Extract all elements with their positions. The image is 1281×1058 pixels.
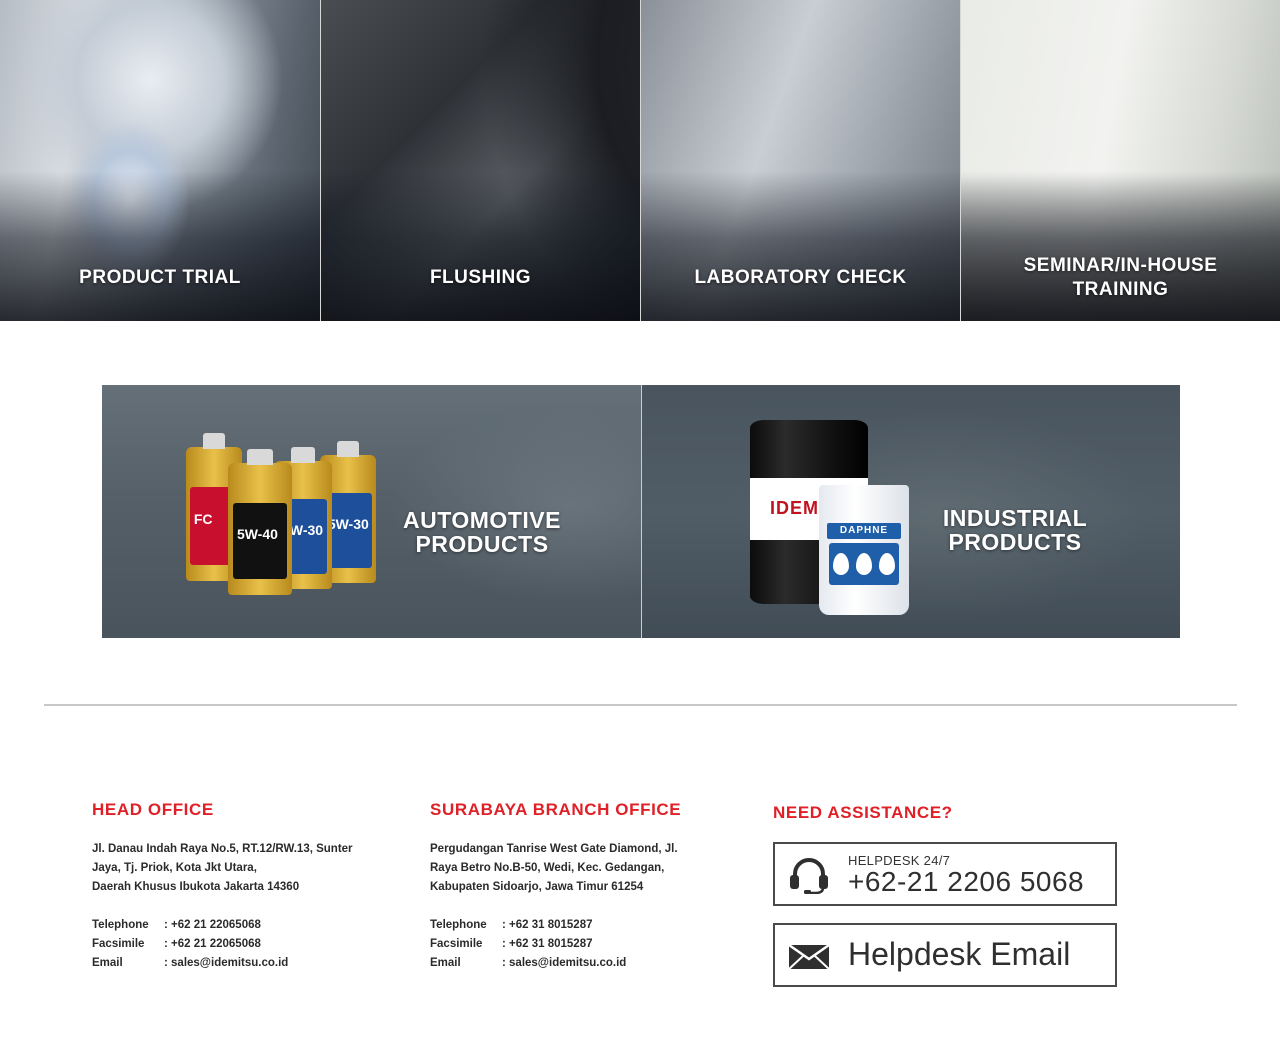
telephone-row: Telephone : +62 21 22065068 [92, 916, 392, 935]
service-tile-flushing[interactable]: FLUSHING [320, 0, 640, 321]
automotive-products-label: AUTOMOTIVE PRODUCTS [403, 507, 561, 557]
service-label: FLUSHING [429, 267, 532, 288]
services-strip: PRODUCT TRIAL FLUSHING LABORATORY CHECK … [0, 0, 1281, 321]
helpdesk-email-label: Helpdesk Email [848, 936, 1071, 972]
section-divider [44, 704, 1237, 706]
head-office-title: HEAD OFFICE [92, 800, 214, 819]
head-office-contacts: Telephone : +62 21 22065068 Facsimile : … [92, 916, 392, 973]
envelope-icon [788, 943, 830, 970]
branch-office-title: SURABAYA BRANCH OFFICE [430, 800, 682, 819]
service-label: SEMINAR/IN-HOUSE TRAINING [1023, 255, 1218, 300]
email-link[interactable]: : sales@idemitsu.co.id [164, 954, 288, 973]
head-office-block: HEAD OFFICE Jl. Danau Indah Raya No.5, R… [92, 800, 392, 973]
service-tile-laboratory-check[interactable]: LABORATORY CHECK [640, 0, 960, 321]
service-label: PRODUCT TRIAL [79, 267, 241, 288]
fax-row: Facsimile : +62 21 22065068 [92, 935, 392, 954]
service-tile-seminar-training[interactable]: SEMINAR/IN-HOUSE TRAINING [960, 0, 1280, 321]
telephone-row: Telephone : +62 31 8015287 [430, 916, 730, 935]
service-tile-product-trial[interactable]: PRODUCT TRIAL [0, 0, 320, 321]
service-label: LABORATORY CHECK [694, 267, 907, 288]
helpdesk-phone-number: +62-21 2206 5068 [848, 866, 1085, 897]
email-link[interactable]: : sales@idemitsu.co.id [502, 954, 626, 973]
automotive-products-banner[interactable]: FC 5W-30 5W-30 5W-40 AUTOMOTIVE PRODUCTS [102, 385, 641, 638]
helpdesk-phone-button[interactable]: HELPDESK 24/7 +62-21 2206 5068 [773, 842, 1117, 906]
industrial-products-banner[interactable]: IDEM DAPHNE INDUSTRIAL PRODUCTS [641, 385, 1180, 638]
industrial-products-label: INDUSTRIAL PRODUCTS [942, 505, 1088, 555]
fax-row: Facsimile : +62 31 8015287 [430, 935, 730, 954]
assistance-block: NEED ASSISTANCE? HELPDESK 24/7 +62-21 22… [773, 803, 1117, 987]
headset-icon [790, 858, 828, 894]
telephone-value[interactable]: : +62 31 8015287 [502, 916, 592, 935]
fax-value: : +62 31 8015287 [502, 938, 593, 950]
branch-office-block: SURABAYA BRANCH OFFICE Pergudangan Tanri… [430, 800, 730, 973]
oil-bottle-image: 5W-40 [228, 449, 292, 595]
head-office-address: Jl. Danau Indah Raya No.5, RT.12/RW.13, … [92, 843, 353, 893]
product-categories: FC 5W-30 5W-30 5W-40 AUTOMOTIVE PRODUCTS… [102, 385, 1180, 638]
branch-office-address: Pergudangan Tanrise West Gate Diamond, J… [430, 843, 678, 893]
fax-value: : +62 21 22065068 [164, 938, 261, 950]
assistance-title: NEED ASSISTANCE? [773, 803, 953, 822]
grease-pail-image: DAPHNE [819, 485, 909, 615]
email-row: Email : sales@idemitsu.co.id [430, 954, 730, 973]
email-row: Email : sales@idemitsu.co.id [92, 954, 392, 973]
helpdesk-email-button[interactable]: Helpdesk Email [773, 923, 1117, 987]
branch-office-contacts: Telephone : +62 31 8015287 Facsimile : +… [430, 916, 730, 973]
telephone-value[interactable]: : +62 21 22065068 [164, 916, 261, 935]
